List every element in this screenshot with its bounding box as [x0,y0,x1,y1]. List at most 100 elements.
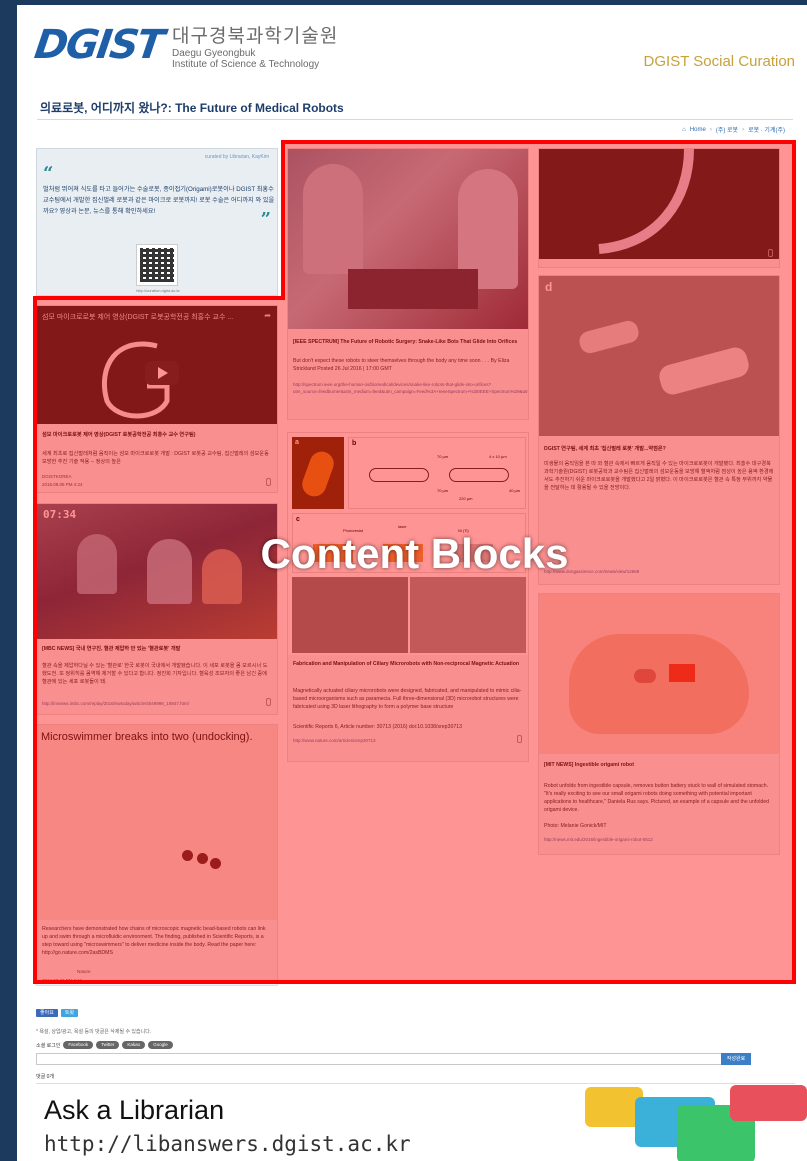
quote-close-icon: ” [260,209,271,230]
pin-icon[interactable] [768,249,773,257]
block-title[interactable]: [IEEE SPECTRUM] The Future of Robotic Su… [293,339,523,346]
comment-notice: * 욕설, 상업/광고, 욕설 등의 댓글은 삭제될 수 있습니다. [36,1029,152,1035]
logo-korean: 대구경북과학기술원 [172,25,339,47]
block-body: Robot unfolds from ingestible capsule, r… [544,783,770,813]
video-overlay-title: Microswimmer breaks into two (undocking)… [41,731,253,743]
block-link[interactable]: http://www.nature.com/articles/srep30713 [293,737,523,744]
content-block-video1[interactable]: 섬모 마이크로로봇 제어 영상(DGIST 로봇공학전공 최홍수 교수 ... … [36,305,278,493]
block-link[interactable]: http://news.mit.edu/2016/ingestible-orig… [544,836,774,843]
qr-code [136,244,178,286]
origami-robot [669,664,695,682]
block-date: 2016.08.05 PM 4:24 [42,482,83,487]
site-title[interactable]: DGIST Social Curation [644,53,795,70]
comment-submit-button[interactable]: 작성완료 [721,1053,751,1065]
block-body: 세계 최초로 집신벌레처럼 움직이는 섬모 마이크로로봇 개발 : DGIST … [42,451,269,465]
surgery-photo[interactable] [288,149,528,329]
figure-a: a [292,437,344,509]
google-login-button[interactable]: Google [148,1041,173,1049]
content-block-snake[interactable] [538,148,780,268]
block-body: 혈관 속을 제압하다닐 수 있는 '혈관로' 한국 로봇이 국내에서 개발됐습니… [42,663,268,685]
speech-bubbles-icon [585,1085,807,1161]
block-date: 2016.07.28 PM 6:11 [42,978,83,983]
surgeon-figure [303,164,363,274]
quote-open-icon: “ [43,163,54,184]
block-body: Researchers have demonstrated how chains… [42,926,266,956]
logo-english-1: Daegu Gyeongbuk [172,47,256,59]
social-login-row: 소셜 로그인 Facebook Twitter Kakao Google [36,1041,173,1049]
news-thumbnail[interactable]: 07:34 [37,504,277,639]
pin-icon[interactable] [266,698,271,706]
comment-divider [36,1083,795,1084]
breadcrumb-category[interactable]: (주) 로봇 [716,125,738,134]
bead [182,850,193,861]
logo-mark: DGIST [31,22,166,68]
figure-b: b 70 µm 4 x 10 µm 40 µm 70 µm 220 µm [348,437,526,509]
breadcrumb-current[interactable]: 로봇 · 기계(주) [748,125,785,134]
twitter-login-button[interactable]: Twitter [96,1041,120,1049]
block-photo-credit: Photo: Melanie Gonick/MIT [544,823,607,829]
facebook-login-button[interactable]: Facebook [63,1041,94,1049]
content-block-origami[interactable]: [MIT NEWS] Ingestible origami robot Robo… [538,593,780,855]
curator-card: curated by Librarian, KayKim “ 벌처럼 뛰어져 식… [36,148,278,296]
origami-photo[interactable] [539,594,779,754]
block-title[interactable]: Fabrication and Manipulation of Ciliary … [293,661,523,668]
share-row: 좋아요 트윗 [36,1009,79,1017]
sem-image[interactable]: d [539,276,779,436]
page: DGIST 대구경북과학기술원 Daegu Gyeongbuk Institut… [17,5,807,1161]
dgist-logo[interactable]: DGIST 대구경북과학기술원 Daegu Gyeongbuk Institut… [31,15,339,75]
surgeon-figure [147,539,192,604]
content-block-dgist[interactable]: d DGIST 연구팀, 세계 최초 '집신벌레 로봇' 개발...약점은? 미… [538,275,780,585]
block-body: But don't expect these robots to steer t… [293,358,510,372]
breadcrumb-separator: › [709,126,712,133]
block-citation: Scientific Reports 6, Article number: 30… [293,724,462,730]
block-title[interactable]: [MIT NEWS] Ingestible origami robot [544,762,774,769]
surgical-robot [348,269,478,309]
qr-caption: http://curation.dgist.ac.kr [136,288,180,293]
microswimmer-video[interactable]: Microswimmer breaks into two (undocking)… [37,725,277,920]
social-login-label: 소셜 로그인 [36,1042,61,1049]
breadcrumb-separator: › [742,126,745,133]
block-title[interactable]: DGIST 연구팀, 세계 최초 '집신벌레 로봇' 개발...약점은? [544,446,774,453]
home-icon[interactable]: ⌂ [682,127,686,133]
play-button-icon[interactable] [145,361,179,385]
curated-by: curated by Librarian, KayKim [204,154,269,160]
pin-icon[interactable] [266,478,271,486]
breadcrumb-home[interactable]: Home [690,127,706,133]
surgeon-figure [202,549,242,604]
pin-icon[interactable] [517,735,522,743]
snake-robot-image[interactable] [539,149,779,259]
block-link[interactable]: http://imnews.imbc.com/replay/2016/nwtod… [42,700,272,707]
kakao-login-button[interactable]: Kakao [122,1041,146,1049]
block-body: 미생물의 움직임을 본 따 와 혈관 속에서 빠르게 움직일 수 있는 마이크로… [544,461,774,491]
bead [210,858,221,869]
twitter-share-button[interactable]: 트윗 [60,1009,79,1017]
content-block-paper[interactable]: a b 70 µm 4 x 10 µm 40 µm 70 µm 220 µm c… [287,432,529,762]
block-link[interactable]: http://www.dongascience.com/news/view/12… [544,568,774,575]
surgeon-figure [77,534,117,594]
figure-c: c Photoresist laser Ni (Ti) [292,513,526,573]
capsule [634,669,656,683]
curator-text: 벌처럼 뛰어져 식도를 타고 들어가는 수술로봇, 종이접기(Origami)로… [43,186,275,215]
figure-panel[interactable]: a b 70 µm 4 x 10 µm 40 µm 70 µm 220 µm c… [288,433,528,655]
content-block-video3[interactable]: Microswimmer breaks into two (undocking)… [36,724,278,986]
comment-input[interactable] [36,1053,722,1065]
bead [197,853,208,864]
figure-sem-1 [292,577,408,653]
content-block-video2[interactable]: 07:34 [MBC NEWS] 국내 연구진, 혈관 제압하 안 있는 '혈관… [36,503,278,715]
block-title[interactable]: 섬모 마이크로로봇 제어 영상(DGIST 로봇공학전공 최홍수 교수 연구팀) [42,432,272,439]
video-thumbnail[interactable]: 섬모 마이크로로봇 제어 영상(DGIST 로봇공학전공 최홍수 교수 ... … [37,306,277,424]
block-link[interactable]: http://spectrum.ieee.org/the-human-os/bi… [293,381,528,395]
logo-english-2: Institute of Science & Technology [172,58,320,70]
ask-librarian-url[interactable]: http://libanswers.dgist.ac.kr [44,1132,411,1156]
video-clock: 07:34 [43,508,77,521]
page-title: 의료로봇, 어디까지 왔나?: The Future of Medical Ro… [40,101,344,115]
title-divider [37,119,793,120]
facebook-like-button[interactable]: 좋아요 [36,1009,58,1017]
block-title[interactable]: [MBC NEWS] 국내 연구진, 혈관 제압하 안 있는 '혈관로봇' 개발 [42,646,272,653]
figure-sem-2 [410,577,526,653]
block-source: DGISTKOREA [42,474,72,479]
comment-count: 댓글 0개 [36,1074,54,1080]
breadcrumb: ⌂ Home › (주) 로봇 › 로봇 · 기계(주) [682,125,785,135]
content-block-spectrum[interactable]: [IEEE SPECTRUM] The Future of Robotic Su… [287,148,529,420]
ask-librarian-title: Ask a Librarian [44,1095,225,1125]
